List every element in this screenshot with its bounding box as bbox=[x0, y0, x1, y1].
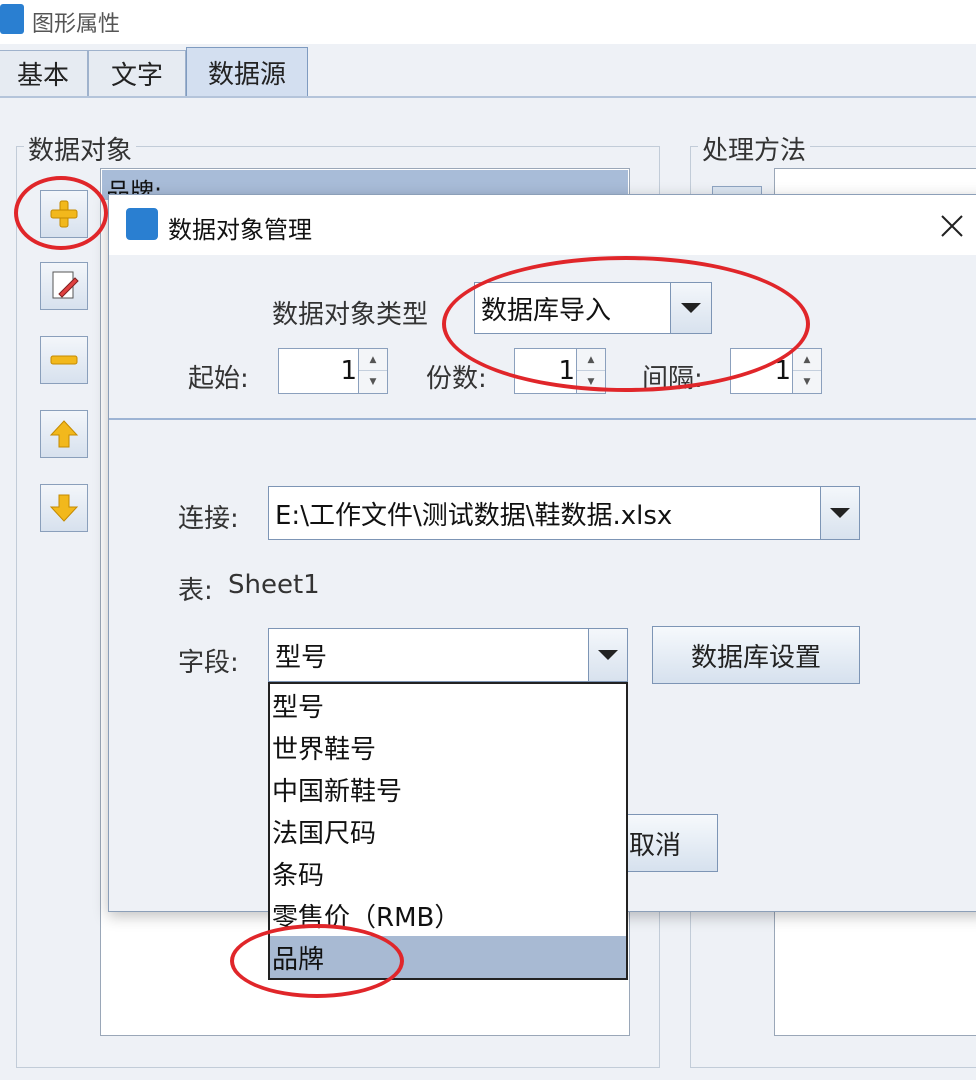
connection-label: 连接: bbox=[178, 504, 239, 534]
annotation-circle bbox=[442, 256, 810, 392]
start-label: 起始: bbox=[188, 364, 249, 394]
app-icon bbox=[0, 4, 24, 34]
object-type-label: 数据对象类型 bbox=[272, 300, 429, 330]
annotation-circle bbox=[14, 176, 108, 250]
chevron-down-icon bbox=[598, 650, 618, 660]
move-up-button[interactable] bbox=[40, 410, 88, 458]
table-label: 表: bbox=[178, 576, 213, 606]
table-value: Sheet1 bbox=[228, 570, 320, 600]
field-label: 字段: bbox=[178, 648, 239, 678]
chevron-down-icon bbox=[830, 508, 850, 518]
database-settings-button[interactable]: 数据库设置 bbox=[652, 626, 860, 684]
spin-down-icon[interactable]: ▼ bbox=[359, 371, 387, 393]
field-dropdown-button[interactable] bbox=[588, 628, 628, 682]
dialog-title: 数据对象管理 bbox=[168, 216, 312, 244]
field-option[interactable]: 法国尺码 bbox=[270, 810, 626, 852]
spin-up-icon[interactable]: ▲ bbox=[359, 349, 387, 371]
window-titlebar bbox=[0, 0, 976, 44]
dialog-app-icon bbox=[126, 208, 158, 240]
edit-icon bbox=[52, 271, 79, 299]
field-option[interactable]: 中国新鞋号 bbox=[270, 768, 626, 810]
spin-down-icon[interactable]: ▼ bbox=[793, 371, 821, 393]
tab-basic[interactable]: 基本 bbox=[0, 50, 88, 96]
field-option[interactable]: 型号 bbox=[270, 684, 626, 726]
annotation-circle bbox=[230, 924, 404, 998]
tabs-divider bbox=[0, 96, 976, 98]
connection-select[interactable]: E:\工作文件\测试数据\鞋数据.xlsx bbox=[268, 486, 822, 540]
minus-icon bbox=[50, 355, 78, 365]
connection-dropdown-button[interactable] bbox=[820, 486, 860, 540]
close-icon bbox=[941, 215, 963, 237]
start-spinner-buttons[interactable]: ▲ ▼ bbox=[358, 348, 388, 394]
arrow-up-icon bbox=[49, 420, 79, 448]
dialog-separator bbox=[109, 418, 976, 420]
window-title: 图形属性 bbox=[32, 12, 121, 37]
field-option[interactable]: 条码 bbox=[270, 852, 626, 894]
tab-datasource[interactable]: 数据源 bbox=[186, 47, 308, 97]
arrow-down-icon bbox=[49, 494, 79, 522]
remove-object-button[interactable] bbox=[40, 336, 88, 384]
move-down-button[interactable] bbox=[40, 484, 88, 532]
dialog-close-button[interactable] bbox=[930, 206, 974, 246]
spin-up-icon[interactable]: ▲ bbox=[793, 349, 821, 371]
data-objects-group-title: 数据对象 bbox=[24, 130, 137, 167]
interval-spinner-buttons[interactable]: ▲ ▼ bbox=[792, 348, 822, 394]
field-select[interactable]: 型号 bbox=[268, 628, 590, 682]
tab-text[interactable]: 文字 bbox=[88, 50, 186, 96]
edit-object-button[interactable] bbox=[40, 262, 88, 310]
field-option[interactable]: 世界鞋号 bbox=[270, 726, 626, 768]
processing-method-group-title: 处理方法 bbox=[698, 130, 811, 167]
